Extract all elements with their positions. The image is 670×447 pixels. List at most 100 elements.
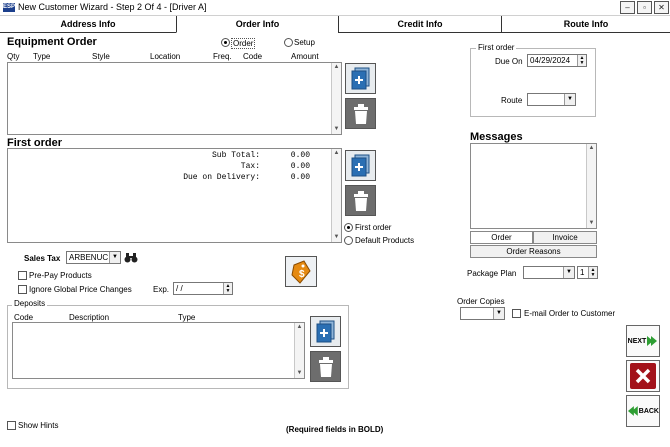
delete-deposit-button[interactable] <box>310 351 341 382</box>
col-location: Location <box>150 52 181 61</box>
default-products-radio[interactable] <box>344 236 353 245</box>
scroll-up-icon[interactable]: ▲ <box>332 149 341 158</box>
equipment-scrollbar[interactable]: ▲ ▼ <box>331 63 341 134</box>
trash-icon <box>353 190 368 211</box>
add-equipment-button[interactable] <box>345 63 376 94</box>
cancel-x-icon <box>630 363 656 389</box>
required-fields-note: (Required fields in BOLD) <box>286 425 384 434</box>
tab-order-info[interactable]: Order Info <box>176 16 338 33</box>
email-order-checkbox[interactable] <box>512 309 521 318</box>
trash-icon <box>353 103 368 124</box>
order-radio-label: Order <box>231 38 256 49</box>
sales-tax-value: ARBENUC <box>69 253 109 262</box>
add-document-icon <box>316 320 334 342</box>
ignore-price-label: Ignore Global Price Changes <box>29 285 132 294</box>
package-count-field[interactable]: 1 ▲ ▼ <box>577 266 598 279</box>
exp-spinner[interactable]: ▲ ▼ <box>223 283 232 294</box>
scroll-down-icon[interactable]: ▼ <box>587 219 596 228</box>
tab-route-info[interactable]: Route Info <box>501 16 670 33</box>
due-value: 0.00 <box>290 173 310 182</box>
due-on-label: Due On <box>495 57 523 66</box>
col-deposit-type: Type <box>178 313 196 322</box>
deposits-list[interactable]: ▲ ▼ <box>12 322 305 379</box>
col-deposit-code: Code <box>14 313 34 322</box>
due-on-spinner[interactable]: ▲ ▼ <box>577 55 586 66</box>
window-title: New Customer Wizard - Step 2 Of 4 - [Dri… <box>18 2 207 12</box>
first-order-scrollbar[interactable]: ▲ ▼ <box>331 149 341 242</box>
first-order-radio-label: First order <box>355 223 392 232</box>
messages-textarea[interactable]: ▲ ▼ <box>470 143 597 229</box>
prepay-label: Pre-Pay Products <box>29 271 92 280</box>
messages-scrollbar[interactable]: ▲ ▼ <box>586 144 596 228</box>
messages-tab-order[interactable]: Order <box>470 231 533 244</box>
prepay-checkbox[interactable] <box>18 271 27 280</box>
next-arrow-icon <box>647 336 658 346</box>
order-radio[interactable] <box>221 38 230 47</box>
chevron-down-icon[interactable]: ▼ <box>493 308 504 319</box>
price-tag-icon: $ <box>291 259 311 284</box>
due-on-field[interactable]: 04/29/2024 ▲ ▼ <box>527 54 587 67</box>
order-reasons-button[interactable]: Order Reasons <box>470 245 597 258</box>
scroll-down-icon[interactable]: ▼ <box>295 369 304 378</box>
route-select[interactable]: ▼ <box>527 93 576 106</box>
order-copies-select[interactable]: ▼ <box>460 307 505 320</box>
route-label: Route <box>501 96 523 105</box>
package-count-spinner[interactable]: ▲ ▼ <box>588 267 597 278</box>
delete-equipment-button[interactable] <box>345 98 376 129</box>
sales-tax-label: Sales Tax <box>24 254 61 263</box>
add-deposit-button[interactable] <box>310 316 341 347</box>
email-order-label: E-mail Order to Customer <box>524 309 616 318</box>
default-products-radio-label: Default Products <box>355 236 415 245</box>
package-plan-select[interactable]: ▼ <box>523 266 575 279</box>
equipment-list[interactable]: ▲ ▼ <box>7 62 342 135</box>
show-hints-label: Show Hints <box>18 421 59 430</box>
package-count-value: 1 <box>580 268 585 277</box>
show-hints-checkbox[interactable] <box>7 421 16 430</box>
deposits-scrollbar[interactable]: ▲ ▼ <box>294 323 304 378</box>
subtotal-label: Sub Total: <box>211 151 260 160</box>
scroll-up-icon[interactable]: ▲ <box>587 144 596 153</box>
add-document-icon <box>351 67 369 89</box>
tab-address-info[interactable]: Address Info <box>0 16 176 33</box>
first-order-radio[interactable] <box>344 223 353 232</box>
close-icon[interactable]: ✕ <box>654 1 669 14</box>
app-logo: ESP <box>3 3 16 12</box>
title-bar: ESP New Customer Wizard - Step 2 Of 4 - … <box>0 0 670 16</box>
scroll-down-icon[interactable]: ▼ <box>332 233 341 242</box>
due-label: Due on Delivery: <box>183 173 260 182</box>
chevron-down-icon[interactable]: ▼ <box>109 252 120 263</box>
delete-product-button[interactable] <box>345 185 376 216</box>
pricing-button[interactable]: $ <box>285 256 317 287</box>
next-button[interactable]: NEXT <box>626 325 660 357</box>
setup-radio-label: Setup <box>294 38 315 47</box>
scroll-up-icon[interactable]: ▲ <box>295 323 304 332</box>
col-code: Code <box>243 52 263 61</box>
scroll-down-icon[interactable]: ▼ <box>332 125 341 134</box>
col-qty: Qty <box>7 52 20 61</box>
add-product-button[interactable] <box>345 150 376 181</box>
maximize-icon[interactable]: ▫ <box>637 1 652 14</box>
tax-value: 0.00 <box>290 162 310 171</box>
scroll-up-icon[interactable]: ▲ <box>332 63 341 72</box>
col-deposit-description: Description <box>69 313 110 322</box>
messages-tab-invoice[interactable]: Invoice <box>533 231 597 244</box>
minimize-icon[interactable]: – <box>620 1 635 14</box>
ignore-price-checkbox[interactable] <box>18 285 27 294</box>
equipment-order-title: Equipment Order <box>7 36 97 48</box>
tab-credit-info[interactable]: Credit Info <box>338 16 501 33</box>
exp-date-field[interactable]: / / ▲ ▼ <box>173 282 233 295</box>
next-label: NEXT <box>627 337 647 345</box>
exp-label: Exp. <box>153 285 170 294</box>
first-order-group-title: First order <box>476 43 517 52</box>
sales-tax-select[interactable]: ARBENUC ▼ <box>66 251 121 264</box>
chevron-down-icon[interactable]: ▼ <box>564 94 575 105</box>
package-plan-label: Package Plan <box>467 269 517 278</box>
chevron-down-icon[interactable]: ▼ <box>563 267 574 278</box>
cancel-button[interactable] <box>626 360 660 392</box>
messages-title: Messages <box>470 131 523 143</box>
binoculars-icon[interactable] <box>124 251 138 264</box>
subtotal-value: 0.00 <box>290 151 310 160</box>
exp-date-value: / / <box>176 284 183 293</box>
setup-radio[interactable] <box>284 38 293 47</box>
back-button[interactable]: BACK <box>626 395 660 427</box>
